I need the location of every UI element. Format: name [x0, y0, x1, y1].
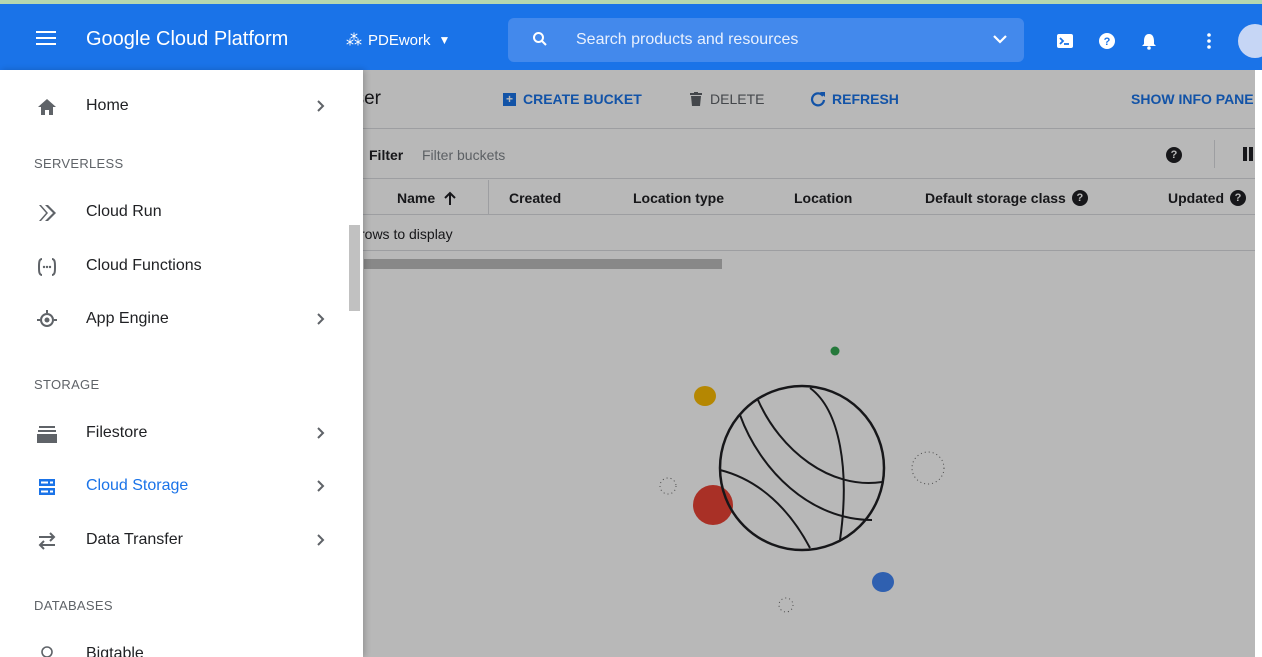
app-title[interactable]: Google Cloud Platform: [86, 28, 288, 51]
section-databases: DATABASES: [34, 598, 113, 613]
nav-item-label: Cloud Run: [86, 203, 162, 220]
chevron-right-icon: [317, 427, 325, 439]
nav-item-label: Home: [86, 97, 129, 114]
more-vert-icon[interactable]: [1200, 32, 1218, 50]
nav-item-cloud-run[interactable]: Cloud Run: [0, 186, 349, 240]
navigation-drawer: Home SERVERLESS Cloud Run Cloud Function…: [0, 70, 363, 657]
project-selector[interactable]: ⁂ PDEwork ▼: [346, 30, 450, 50]
search-bar[interactable]: Search products and resources: [508, 18, 1024, 62]
cloud-shell-icon[interactable]: [1056, 32, 1074, 50]
section-storage: STORAGE: [34, 377, 100, 392]
help-icon[interactable]: ?: [1098, 32, 1116, 50]
avatar[interactable]: [1238, 24, 1262, 58]
chevron-right-icon: [317, 100, 325, 112]
section-serverless: SERVERLESS: [34, 156, 124, 171]
nav-item-filestore[interactable]: Filestore: [0, 407, 349, 461]
nav-item-bigtable[interactable]: Bigtable: [0, 628, 349, 657]
nav-item-label: App Engine: [86, 310, 169, 327]
nav-item-data-transfer[interactable]: Data Transfer: [0, 514, 349, 568]
project-dots-icon: ⁂: [346, 32, 362, 49]
data-transfer-icon: [38, 532, 56, 550]
drawer-scrollbar[interactable]: [349, 225, 360, 311]
chevron-right-icon: [317, 313, 325, 325]
nav-item-label: Cloud Functions: [86, 257, 202, 274]
chevron-right-icon: [317, 534, 325, 546]
nav-item-label: Bigtable: [86, 645, 144, 657]
chevron-right-icon: [317, 480, 325, 492]
nav-item-label: Filestore: [86, 424, 148, 441]
nav-item-home[interactable]: Home: [0, 80, 349, 134]
nav-item-label: Cloud Storage: [86, 477, 189, 494]
bigtable-icon: [41, 646, 53, 657]
cloud-storage-icon: [39, 479, 55, 495]
menu-icon[interactable]: [36, 31, 56, 45]
search-icon: [533, 32, 547, 46]
nav-item-cloud-functions[interactable]: Cloud Functions: [0, 240, 349, 294]
cloud-functions-icon: [37, 258, 57, 276]
nav-item-app-engine[interactable]: App Engine: [0, 293, 349, 347]
cloud-run-icon: [39, 205, 56, 221]
nav-item-cloud-storage[interactable]: Cloud Storage: [0, 460, 349, 514]
svg-text:?: ?: [1104, 36, 1111, 48]
home-icon: [38, 99, 56, 115]
chevron-down-icon: ▼: [438, 33, 451, 47]
nav-item-label: Data Transfer: [86, 531, 183, 548]
top-app-bar: Google Cloud Platform ⁂ PDEwork ▼ Search…: [0, 4, 1262, 70]
app-engine-icon: [37, 310, 57, 327]
filestore-icon: [37, 426, 57, 443]
right-edge-strip: [1255, 70, 1262, 657]
notifications-icon[interactable]: [1140, 32, 1158, 50]
chevron-down-icon[interactable]: [992, 32, 1008, 46]
search-input[interactable]: Search products and resources: [576, 31, 798, 49]
project-name: PDEwork: [368, 31, 431, 49]
